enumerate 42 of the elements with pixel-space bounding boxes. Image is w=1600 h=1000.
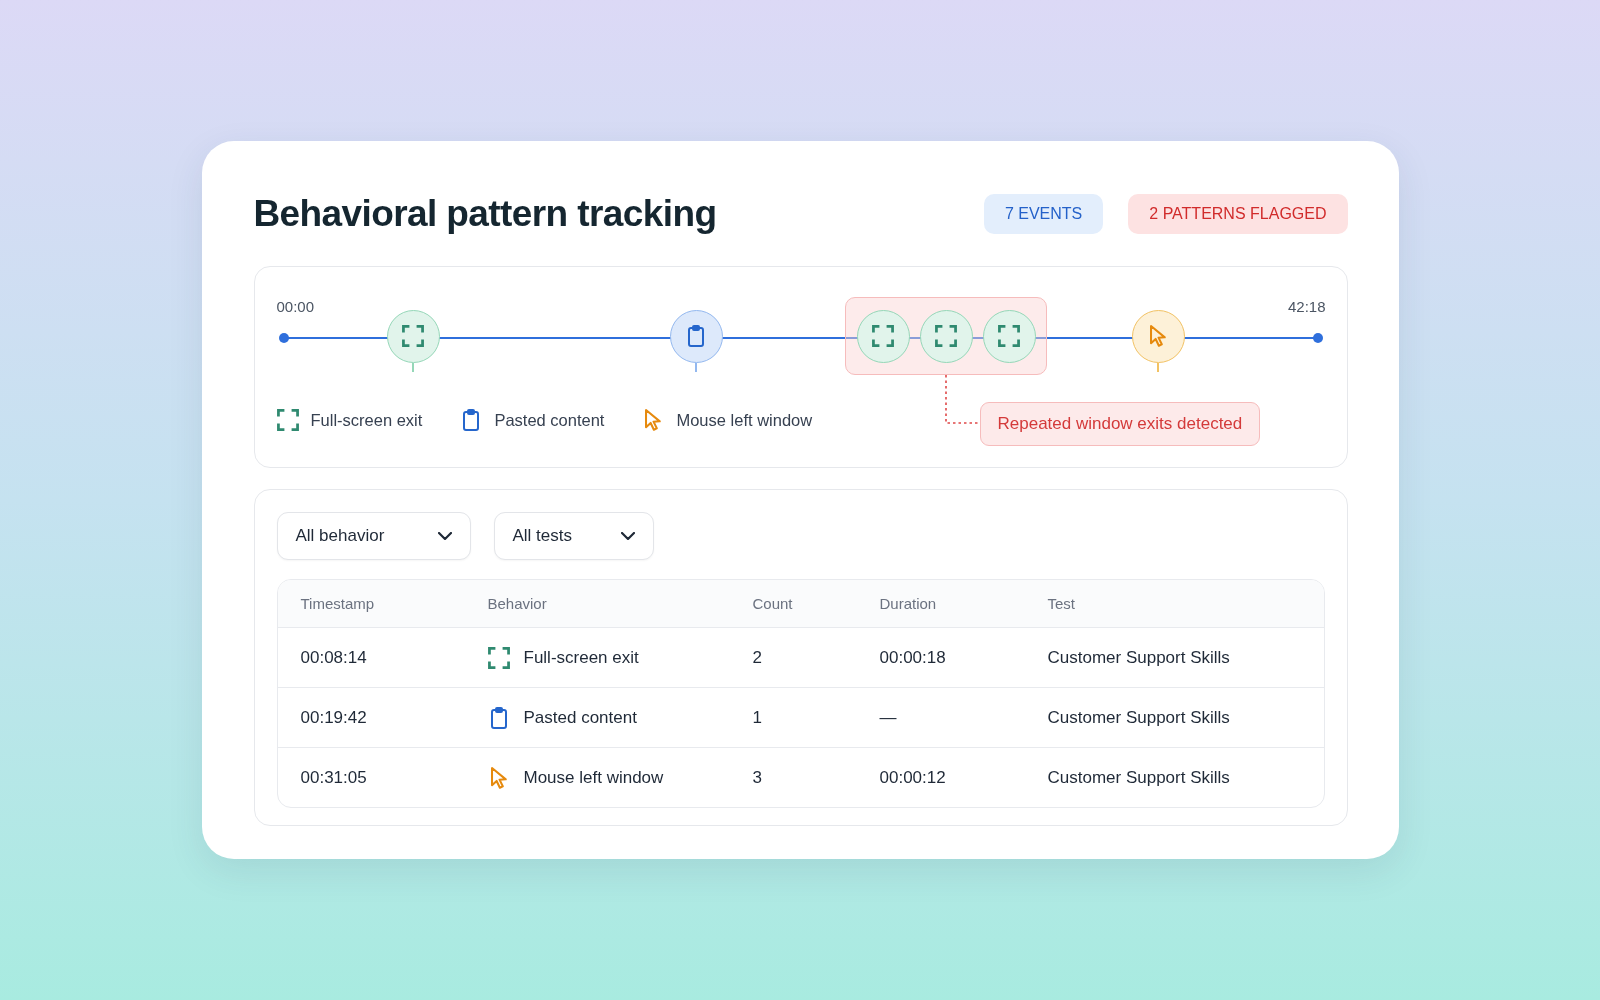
end-time-label: 42:18 (1287, 297, 1326, 317)
clipboard-icon (685, 325, 707, 347)
alert-callout: Repeated window exits detected (979, 402, 1261, 446)
filter-dropdown[interactable]: All behavior (276, 512, 471, 560)
column-header: Duration (879, 594, 937, 612)
column-header: Behavior (487, 594, 547, 612)
behavior-name: Mouse left window (523, 766, 664, 789)
legend-label: Full-screen exit (310, 409, 423, 431)
chevron-down-icon (437, 532, 452, 540)
corner-brackets-icon (402, 325, 424, 347)
table-cell: 1 (752, 707, 762, 727)
status-badge: 7 EVENTS (983, 194, 1104, 234)
table-cell: Customer Support Skills (1047, 707, 1230, 727)
behavior-name: Full-screen exit (523, 646, 639, 669)
table-cell: 00:00:18 (879, 647, 946, 667)
corner-brackets-icon (276, 409, 299, 431)
corner-brackets-icon (872, 325, 894, 347)
status-badge: 2 PATTERNS FLAGGED (1128, 194, 1348, 234)
behavior-name: Pasted content (523, 706, 637, 729)
corner-brackets-icon (998, 325, 1020, 347)
table-cell: 00:08:14 (300, 647, 367, 667)
corner-brackets-icon (487, 646, 510, 669)
page-title: Behavioral pattern tracking (253, 192, 717, 236)
table-cell: 00:31:05 (300, 767, 367, 787)
table-cell: 00:00:12 (879, 767, 946, 787)
corner-brackets-icon (935, 325, 957, 347)
table-cell: 3 (752, 767, 762, 787)
column-header: Timestamp (300, 594, 375, 612)
table-cell: Customer Support Skills (1047, 767, 1230, 787)
table-cell: 00:19:42 (300, 707, 367, 727)
chevron-down-icon (620, 532, 635, 540)
dotted-connector (944, 375, 980, 424)
table-cell: Customer Support Skills (1047, 647, 1230, 667)
table-cell: 2 (752, 647, 762, 667)
filter-dropdown[interactable]: All tests (493, 512, 654, 560)
column-header: Test (1047, 594, 1075, 612)
column-header: Count (752, 594, 793, 612)
start-time-label: 00:00 (276, 297, 315, 317)
table-cell: — (879, 707, 897, 727)
cursor-arrow-icon (1147, 325, 1169, 347)
legend-label: Mouse left window (676, 409, 813, 431)
legend-label: Pasted content (494, 409, 605, 431)
